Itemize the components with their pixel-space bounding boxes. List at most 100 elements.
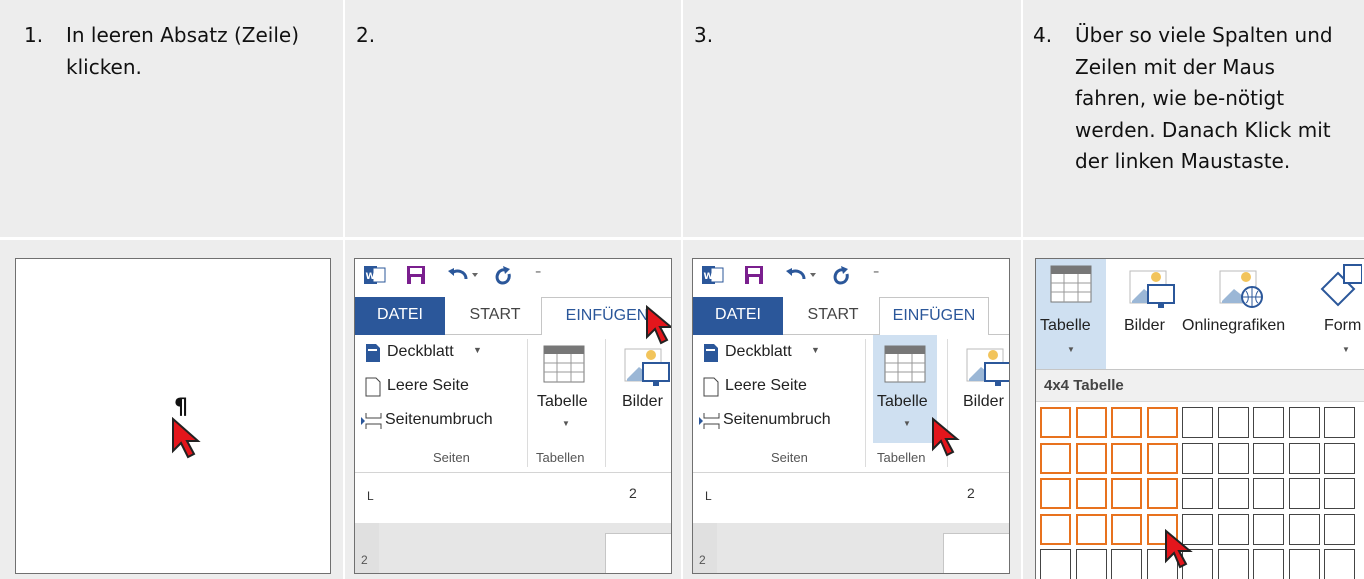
- tab-insert[interactable]: EINFÜGEN: [879, 297, 989, 336]
- pictures-icon: [966, 348, 1009, 386]
- grid-cell[interactable]: [1253, 478, 1284, 509]
- grid-cell[interactable]: [1040, 442, 1071, 474]
- grid-cell[interactable]: [1075, 407, 1107, 438]
- grid-cell[interactable]: [1075, 549, 1107, 579]
- grid-cell[interactable]: [1111, 549, 1142, 579]
- vertical-ruler: 2: [355, 523, 379, 573]
- ribbon-tabs: DATEI START EINFÜGEN: [693, 295, 1009, 336]
- blank-page-button[interactable]: Leere Seite: [387, 377, 469, 395]
- grid-cell[interactable]: [1075, 478, 1107, 509]
- grid-cell[interactable]: [1324, 478, 1355, 509]
- tab-start[interactable]: START: [788, 297, 878, 335]
- grid-cell[interactable]: [1146, 407, 1178, 438]
- grid-cell[interactable]: [1146, 442, 1178, 474]
- chevron-down-icon: ▼: [473, 345, 482, 355]
- grid-cell[interactable]: [1324, 549, 1355, 579]
- cover-page-icon: [704, 344, 718, 362]
- grid-cell[interactable]: [1111, 407, 1142, 438]
- grid-cell[interactable]: [1182, 442, 1213, 474]
- page-break-button[interactable]: Seitenumbruch: [385, 411, 493, 429]
- tab-file[interactable]: DATEI: [355, 297, 445, 335]
- step-description: In leeren Absatz (Zeile) klicken.: [66, 23, 299, 79]
- vertical-ruler: 2: [693, 523, 717, 573]
- horizontal-ruler: L 2: [355, 473, 671, 523]
- shapes-button[interactable]: Form: [1324, 317, 1361, 335]
- grid-cell[interactable]: [1217, 513, 1249, 545]
- step-2-text: 2.: [356, 20, 375, 52]
- customize-toolbar-icon[interactable]: ₌: [873, 263, 879, 277]
- grid-cell[interactable]: [1040, 513, 1071, 545]
- svg-text:W: W: [704, 272, 714, 282]
- online-pictures-button[interactable]: Onlinegrafiken: [1182, 317, 1285, 335]
- cover-page-button[interactable]: Deckblatt: [387, 343, 454, 361]
- table-button[interactable]: Tabelle: [877, 393, 928, 411]
- tab-stop-marker[interactable]: L: [367, 489, 374, 503]
- ruler-number: 2: [629, 485, 637, 501]
- grid-cell[interactable]: [1253, 513, 1284, 545]
- pictures-icon: [1129, 270, 1175, 308]
- grid-cell[interactable]: [1253, 442, 1284, 474]
- tab-file[interactable]: DATEI: [693, 297, 783, 335]
- page-break-icon: [699, 413, 720, 429]
- grid-cell[interactable]: [1324, 442, 1355, 474]
- ruler-number: 2: [967, 485, 975, 501]
- group-divider: [527, 339, 528, 467]
- pictures-button[interactable]: Bilder: [622, 393, 663, 411]
- pictures-button[interactable]: Bilder: [1124, 317, 1165, 335]
- step-4-cell: 4. Über so viele Spalten und Zeilen mit …: [1023, 0, 1364, 237]
- grid-cell[interactable]: [1217, 407, 1249, 438]
- grid-cell[interactable]: [1182, 407, 1213, 438]
- redo-icon[interactable]: [492, 264, 512, 286]
- grid-cell[interactable]: [1040, 478, 1071, 509]
- word-app-icon: W: [364, 266, 386, 284]
- grid-cell[interactable]: [1217, 478, 1249, 509]
- step-number: 4.: [1033, 23, 1053, 47]
- grid-cell[interactable]: [1217, 549, 1249, 579]
- svg-text:W: W: [366, 272, 376, 282]
- grid-cell[interactable]: [1075, 442, 1107, 474]
- grid-cell[interactable]: [1111, 478, 1142, 509]
- save-icon[interactable]: [406, 265, 426, 285]
- grid-cell[interactable]: [1288, 442, 1320, 474]
- undo-icon[interactable]: [446, 265, 480, 285]
- grid-cell[interactable]: [1111, 513, 1142, 545]
- grid-cell[interactable]: [1288, 549, 1320, 579]
- redo-icon[interactable]: [830, 264, 850, 286]
- document-page[interactable]: [943, 533, 1009, 573]
- grid-cell[interactable]: [1253, 549, 1284, 579]
- shapes-icon: [1320, 264, 1362, 307]
- grid-cell[interactable]: [1111, 442, 1142, 474]
- grid-cell[interactable]: [1182, 478, 1213, 509]
- grid-cell[interactable]: [1146, 478, 1178, 509]
- grid-cell[interactable]: [1288, 407, 1320, 438]
- grid-cell[interactable]: [1288, 513, 1320, 545]
- tab-stop-marker[interactable]: L: [705, 489, 712, 503]
- undo-icon[interactable]: [784, 265, 818, 285]
- grid-cell[interactable]: [1040, 549, 1071, 579]
- table-button[interactable]: Tabelle: [1040, 317, 1091, 335]
- table-size-grid[interactable]: [1036, 407, 1364, 579]
- grid-cell[interactable]: [1324, 513, 1355, 545]
- table-icon: [884, 345, 926, 383]
- grid-cell[interactable]: [1040, 407, 1071, 438]
- table-button[interactable]: Tabelle: [537, 393, 588, 411]
- step-number: 3.: [694, 23, 714, 47]
- grid-cell[interactable]: [1253, 407, 1284, 438]
- screenshot-2-cell: W ₌ DATEI START EINFÜGEN Deckblatt ▼ Lee…: [345, 240, 681, 579]
- cover-page-button[interactable]: Deckblatt: [725, 343, 792, 361]
- page-break-button[interactable]: Seitenumbruch: [723, 411, 831, 429]
- ruler-number: 2: [361, 553, 368, 567]
- save-icon[interactable]: [744, 265, 764, 285]
- grid-cell[interactable]: [1217, 442, 1249, 474]
- grid-cell[interactable]: [1288, 478, 1320, 509]
- grid-cell[interactable]: [1324, 407, 1355, 438]
- pictures-button[interactable]: Bilder: [963, 393, 1004, 411]
- customize-toolbar-icon[interactable]: ₌: [535, 263, 541, 277]
- blank-page-button[interactable]: Leere Seite: [725, 377, 807, 395]
- tab-start[interactable]: START: [450, 297, 540, 335]
- group-divider: [865, 339, 866, 467]
- mouse-pointer-icon: [646, 305, 671, 345]
- grid-cell[interactable]: [1075, 513, 1107, 545]
- step-3-cell: 3.: [683, 0, 1021, 237]
- document-page[interactable]: [605, 533, 671, 573]
